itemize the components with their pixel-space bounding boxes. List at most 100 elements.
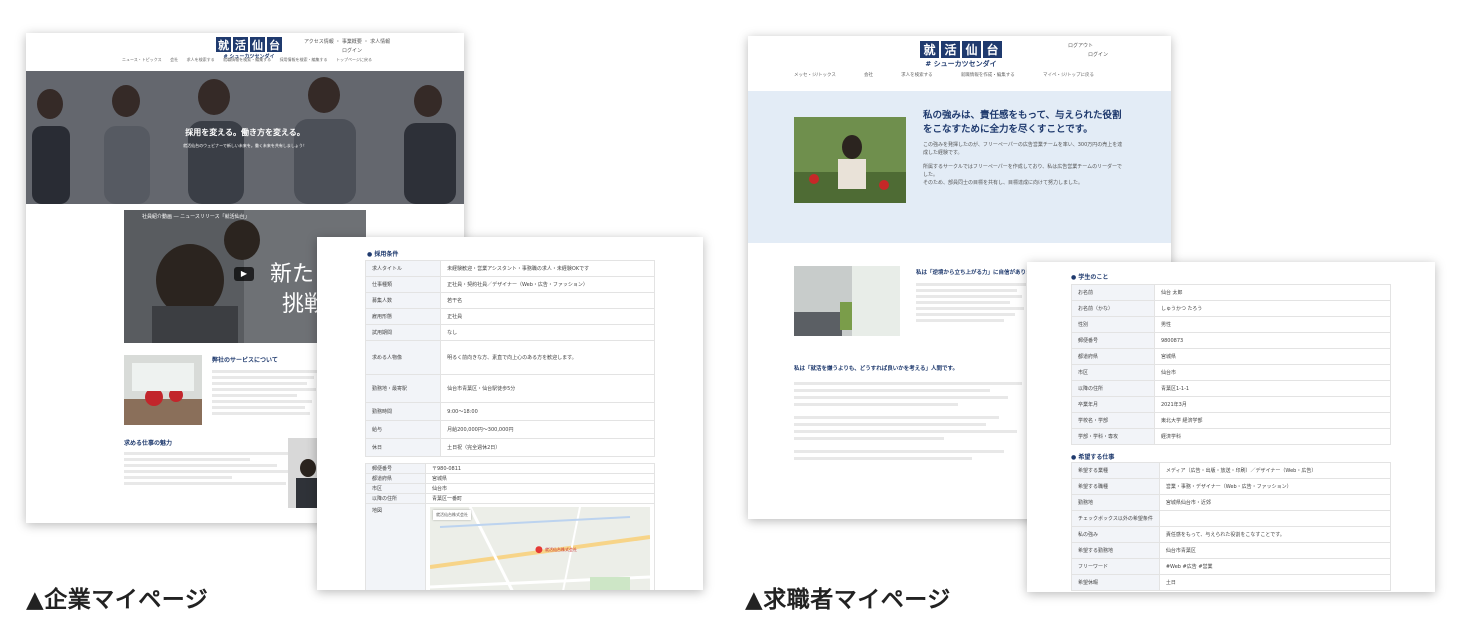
row-value: 仙台市	[1153, 364, 1392, 381]
row-value: 仙台市	[425, 483, 655, 494]
point-title: 私は「逆境から立ち上がる力」に自信があります。	[916, 270, 1042, 276]
logo-char: 就	[216, 37, 231, 52]
row-value: #Web #広告 #営業	[1158, 558, 1392, 575]
row-key: 希望する業種	[1071, 462, 1160, 479]
header-link[interactable]: アクセス情報 ・ 事業概要 ・ 求人情報	[304, 38, 390, 47]
table-row: チェックボックス以外の希望条件	[1071, 510, 1392, 527]
table-row: 都道府県 宮城県	[1071, 348, 1392, 365]
row-value: 男性	[1153, 316, 1392, 333]
row-value: 仙台市青葉区	[1158, 542, 1392, 559]
row-value: 責任感をもって、与えられた役割をこなすことです。	[1158, 526, 1392, 543]
about-text	[212, 367, 318, 418]
room-photo	[794, 266, 900, 336]
nav-item[interactable]: 会社	[170, 57, 178, 63]
play-icon[interactable]: ▶	[234, 267, 254, 281]
row-value: 経済学科	[1153, 428, 1392, 445]
point-text	[916, 280, 1026, 325]
logout-link[interactable]: ログアウト	[1068, 42, 1108, 51]
table-row: 性別 男性	[1071, 316, 1392, 333]
table-row: 希望する業種 メディア（広告・出版・放送・印刷）／デザイナー（Web・広告）	[1071, 462, 1392, 479]
row-key: チェックボックス以外の希望条件	[1071, 510, 1160, 527]
nav-item[interactable]: 求人を検索する	[901, 72, 933, 78]
row-value: 〒980-0811	[425, 463, 655, 474]
logo-char: 活	[941, 41, 960, 58]
about-title: 弊社のサービスについて	[212, 357, 278, 364]
row-value: 宮城県仙台市・近郊	[1158, 494, 1392, 511]
nav-item[interactable]: 会社	[864, 72, 873, 78]
hero-subtitle: 就活仙台のウェビナーで新しい未来を。働く未来を共有しましょう！	[183, 143, 307, 148]
row-key: 郵便番号	[365, 463, 426, 474]
row-value: 未経験歓迎・営業アシスタント・事務職の求人・未経験OKです	[440, 260, 655, 277]
row-key: 希望休暇	[1071, 574, 1160, 591]
company-conditions-screenshot: ● 採用条件 求人タイトル 未経験歓迎・営業アシスタント・事務職の求人・未経験OK…	[317, 237, 703, 590]
row-value: 9800873	[1153, 332, 1392, 349]
statement-line: そのため、部員同士の目標を共有し、目標達成に向けて努力しました。	[923, 180, 1084, 186]
table-row: 学校名・学部 東北大学 経済学部	[1071, 412, 1392, 429]
row-key: 市区	[1071, 364, 1155, 381]
row-key: 希望する職種	[1071, 478, 1160, 495]
row-key: 給与	[364, 420, 442, 439]
global-nav: ニュース・トピックス 会社 求人を検索する 就職情報を検索・編集する 採用情報を…	[122, 57, 372, 63]
table-row: 希望する勤務地 仙台市青葉区	[1071, 542, 1392, 559]
site-logo[interactable]: 就 活 仙 台 # シューカツセンダイ	[920, 41, 1002, 69]
nav-item[interactable]: 採用情報を検索・編集する	[280, 57, 328, 63]
nav-item[interactable]: ニュース・トピックス	[122, 57, 162, 63]
jobseeker-caption: ▲求職者マイページ	[745, 587, 951, 613]
row-value: 若干名	[440, 292, 655, 309]
global-nav: メッセ・ジ/トックス 会社 求人を検索する 就職情報を作成・編集する マイペ・ジ…	[794, 72, 1094, 78]
table-row: 勤務地・最寄駅 仙台市青葉区・仙台駅徒歩5分	[364, 374, 655, 403]
row-value: 営業・事務・デザイナー（Web・広告・ファッション）	[1158, 478, 1392, 495]
login-link[interactable]: ログイン	[1068, 51, 1108, 60]
row-value: しゅうかつ たろう	[1153, 300, 1392, 317]
table-row: 勤務時間 9:00〜18:00	[364, 402, 655, 421]
profile-photo	[794, 117, 906, 203]
row-value: 青葉区一番町	[425, 493, 655, 504]
statement-text: 私の強みは、責任感をもって、与えられた役割をこなすために全力を尽くすことです。	[923, 109, 1123, 137]
row-key: 募集人数	[364, 292, 442, 309]
table-row: 私の強み 責任感をもって、与えられた役割をこなすことです。	[1071, 526, 1392, 543]
nav-item[interactable]: 就職情報を検索・編集する	[223, 57, 271, 63]
row-value: 土日	[1158, 574, 1392, 591]
row-value: 9:00〜18:00	[440, 402, 655, 421]
desired-job-section-title: ● 希望する仕事	[1071, 454, 1115, 461]
logo-subtitle: # シューカツセンダイ	[925, 60, 997, 68]
table-row: 休日 土日祝（完全週休2日）	[364, 438, 655, 457]
row-key: 休日	[364, 438, 442, 457]
office-photo	[124, 355, 202, 425]
map-label: 就活仙台株式会社	[436, 512, 468, 517]
row-value: 月給200,000円〜300,000円	[440, 420, 655, 439]
nav-item[interactable]: メッセ・ジ/トックス	[794, 72, 836, 78]
work-appeal-title: 求める仕事の魅力	[124, 440, 173, 447]
nav-item[interactable]: 就職情報を作成・編集する	[961, 72, 1015, 78]
row-key: 試用期間	[364, 324, 442, 341]
row-key: 雇用形態	[364, 308, 442, 325]
statement-panel: 私の強みは、責任感をもって、与えられた役割をこなすために全力を尽くすことです。 …	[748, 91, 1171, 243]
row-key: 地図	[365, 503, 426, 590]
logo-char: 仙	[250, 37, 265, 52]
table-row: 求人タイトル 未経験歓迎・営業アシスタント・事務職の求人・未経験OKです	[364, 260, 655, 277]
nav-item[interactable]: トップページに戻る	[336, 57, 372, 63]
nav-item[interactable]: 求人を検索する	[187, 57, 215, 63]
table-row: お名前 仙台 太郎	[1071, 284, 1392, 301]
row-key: 勤務地	[1071, 494, 1160, 511]
table-row: 卒業年月 2021年3月	[1071, 396, 1392, 413]
table-row: 雇用形態 正社員	[364, 308, 655, 325]
row-key: 希望する勤務地	[1071, 542, 1160, 559]
statement-body: この強みを発揮したのが、フリーペーパーの広告営業チームを率い、300万円の売上を…	[923, 141, 1123, 187]
company-caption: ▲企業マイページ	[26, 587, 209, 613]
table-row: 以降の住所 青葉区一番町	[365, 493, 655, 504]
map-pin-icon[interactable]: ●	[535, 545, 543, 555]
row-key: 卒業年月	[1071, 396, 1155, 413]
row-key: 勤務地・最寄駅	[364, 374, 442, 403]
row-key: 私の強み	[1071, 526, 1160, 543]
nav-item[interactable]: マイペ・ジ/トップに戻る	[1043, 72, 1094, 78]
login-link[interactable]: ログイン	[304, 47, 390, 56]
table-row: 仕事種類 正社員・契約社員／デザイナー（Web・広告・ファッション）	[364, 276, 655, 293]
row-value: 就活仙台株式会社 ● 就活仙台株式会社	[425, 503, 655, 590]
google-map[interactable]: 就活仙台株式会社 ● 就活仙台株式会社	[430, 507, 650, 590]
row-key: 以降の住所	[365, 493, 426, 504]
statement-line: この強みを発揮したのが、フリーペーパーの広告営業チームを率い、300万円の売上を…	[923, 142, 1123, 156]
logo-char: 就	[920, 41, 939, 58]
row-value: 正社員	[440, 308, 655, 325]
row-key: 求める人物像	[364, 340, 442, 375]
